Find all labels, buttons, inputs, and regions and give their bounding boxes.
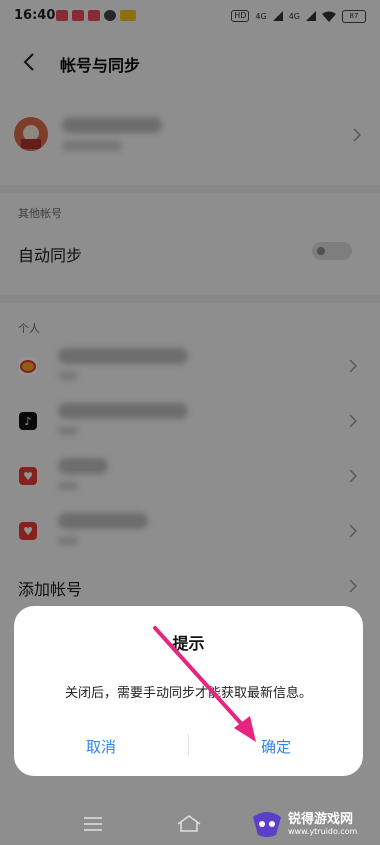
watermark-text: 锐得游戏网 www.ytruido.com (288, 811, 358, 836)
watermark-logo-icon (253, 812, 281, 837)
home-icon[interactable] (176, 814, 202, 832)
watermark-name: 锐得游戏网 (288, 811, 354, 827)
annotation-arrow (153, 626, 256, 742)
menu-icon[interactable] (84, 817, 102, 831)
watermark: 锐得游戏网 www.ytruido.com (250, 806, 374, 842)
watermark-url: www.ytruido.com (288, 826, 358, 836)
